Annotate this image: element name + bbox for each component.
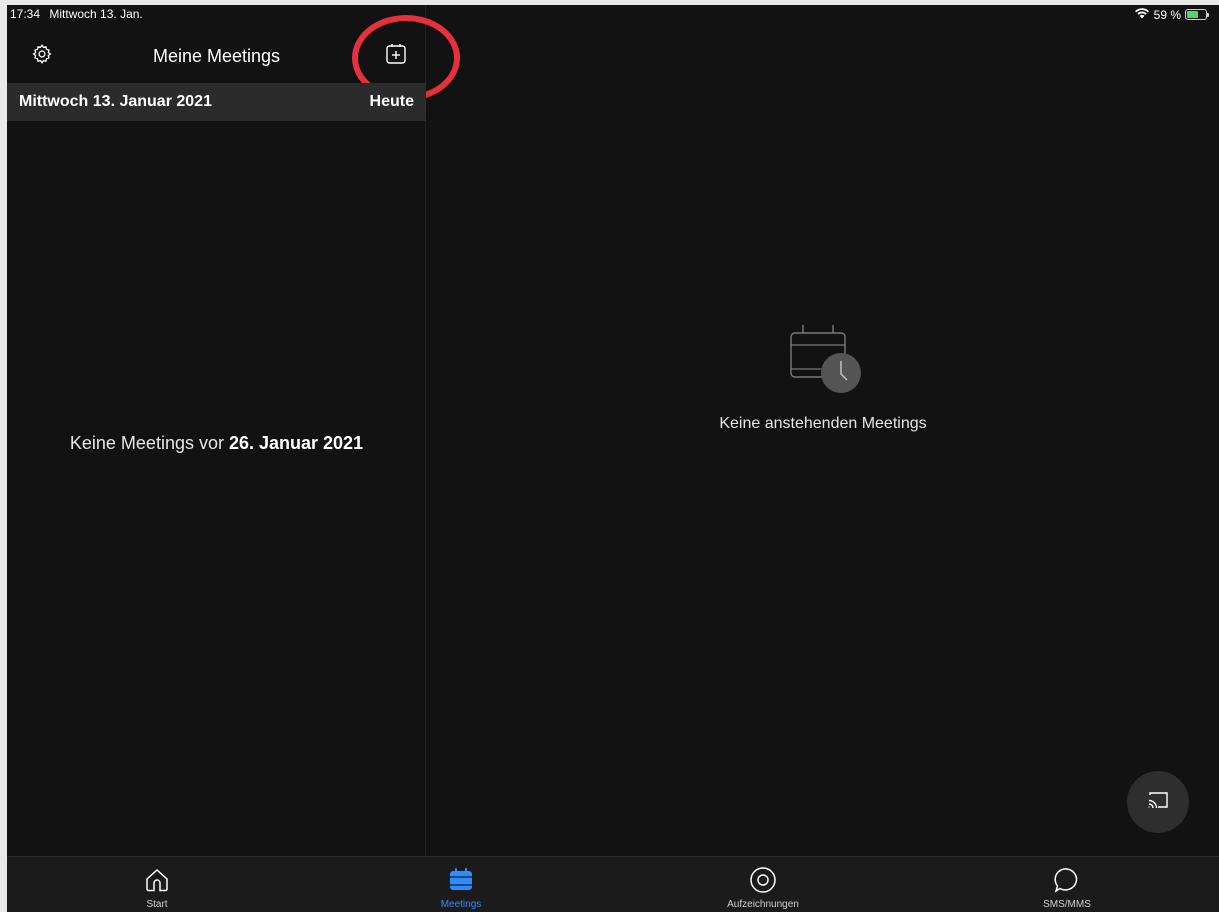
tab-label-recordings: Aufzeichnungen [727,899,799,910]
share-screen-button[interactable] [1127,771,1189,833]
tab-recordings[interactable]: Aufzeichnungen [663,857,863,912]
calendar-icon [447,866,475,894]
no-meetings-prefix: Keine Meetings vor [69,433,229,453]
page-title: Meine Meetings [152,46,281,66]
tab-sms[interactable]: SMS/MMS [967,857,1167,912]
tab-label-meetings: Meetings [440,899,482,910]
no-meetings-message: Keine Meetings vor 26. Januar 2021 [7,433,426,454]
settings-button[interactable] [29,43,55,69]
today-label: Heute [369,93,414,110]
tab-label-sms: SMS/MMS [1043,899,1091,910]
calendar-clock-icon [787,323,867,395]
schedule-meeting-button[interactable] [383,43,409,69]
screen-share-icon [1146,790,1170,815]
no-meetings-date: 26. Januar 2021 [228,433,364,453]
tab-label-start: Start [146,899,168,910]
pane-header: Meine Meetings [7,33,426,79]
calendar-plus-icon [384,42,408,71]
tab-bar: Start Meetings Aufzeichnungen SMS/MMS [7,856,1219,912]
date-label: Mittwoch 13. Januar 2021 [19,93,212,110]
app-window: 17:34 Mittwoch 13. Jan. 59 % Meine Meeti… [7,5,1219,912]
record-icon [749,866,777,894]
tab-start[interactable]: Start [57,857,257,912]
tab-meetings[interactable]: Meetings [361,857,561,912]
home-icon [143,866,171,894]
chat-bubble-icon [1053,866,1081,894]
meetings-list-pane: Meine Meetings Mittwoch 13. Januar 2021 … [7,5,460,856]
gear-icon [31,43,53,70]
empty-state-text: Keine anstehenden Meetings [719,415,927,432]
date-header-row: Mittwoch 13. Januar 2021 Heute [7,83,426,121]
meeting-detail-pane: Keine anstehenden Meetings [427,5,1219,856]
